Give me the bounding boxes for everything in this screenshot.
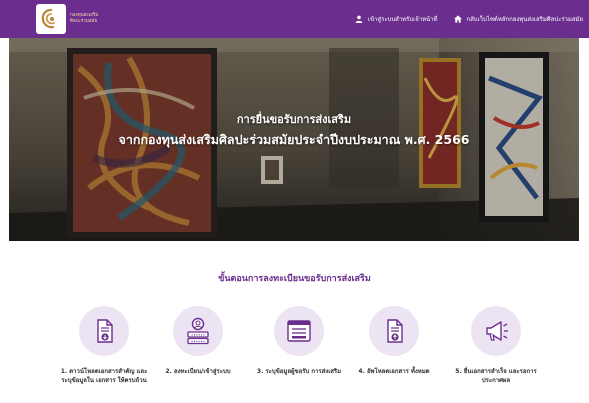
logo-line-2: ศิลปะร่วมสมัย — [70, 19, 98, 24]
megaphone-icon — [486, 321, 508, 341]
step-2-label: 2. ลงทะเบียน/เข้าสู่ระบบ — [165, 368, 231, 375]
step-4-label: 4. อัพโหลดเอกสาร ทั้งหมด — [358, 368, 430, 375]
form-icon — [287, 320, 311, 342]
site-logo[interactable]: กองทุนส่งเสริม ศิลปะร่วมสมัย — [36, 4, 98, 34]
top-navbar: กองทุนส่งเสริม ศิลปะร่วมสมัย เข้าสู่ระบบ… — [0, 0, 589, 38]
step-1-download[interactable]: 1. ดาวน์โหลดเอกสารสำคัญ และระบุข้อมูลใน … — [56, 306, 152, 385]
step-4-upload[interactable]: 4. อัพโหลดเอกสาร ทั้งหมด — [346, 306, 442, 376]
step-1-label: 1. ดาวน์โหลดเอกสารสำคัญ และระบุข้อมูลใน … — [60, 368, 148, 384]
user-icon — [355, 15, 363, 23]
hero-banner: การยื่นขอรับการส่งเสริม จากกองทุนส่งเสริ… — [9, 38, 579, 241]
step-2-register[interactable]: •••••• •••••• 2. ลงทะเบียน/เข้าสู่ระบบ — [150, 306, 246, 376]
step-3-fill-info[interactable]: 3. ระบุข้อมูลผู้ขอรับ การส่งเสริม — [251, 306, 347, 376]
staff-login-label: เข้าสู่ระบบสำหรับเจ้าหน้าที่ — [367, 16, 438, 23]
staff-login-link[interactable]: เข้าสู่ระบบสำหรับเจ้าหน้าที่ — [355, 14, 438, 24]
document-upload-icon — [387, 319, 403, 343]
main-site-link[interactable]: กลับเว็บไซต์หลักกองทุนส่งเสริมศิลปะร่วมส… — [453, 14, 584, 24]
step-5-label: 5. ยื่นเอกสารสำเร็จ และรอการประกาศผล — [455, 368, 537, 384]
svg-text:••••••: •••••• — [191, 332, 205, 337]
main-site-label: กลับเว็บไซต์หลักกองทุนส่งเสริมศิลปะร่วมส… — [466, 16, 584, 23]
home-icon — [453, 15, 462, 23]
hero-title-line-1: การยื่นขอรับการส่งเสริม — [236, 113, 352, 126]
hero-title-line-2: จากกองทุนส่งเสริมศิลปะร่วมสมัยประจำปีงบป… — [118, 132, 470, 147]
user-login-icon: •••••• •••••• — [187, 317, 209, 345]
step-3-label: 3. ระบุข้อมูลผู้ขอรับ การส่งเสริม — [256, 368, 342, 375]
logo-emblem-icon — [36, 4, 66, 34]
steps-section-title: ขั้นตอนการลงทะเบียนขอรับการส่งเสริม — [218, 274, 371, 284]
document-download-icon — [97, 319, 113, 343]
svg-text:••••••: •••••• — [191, 339, 205, 344]
step-5-announcement[interactable]: 5. ยื่นเอกสารสำเร็จ และรอการประกาศผล — [448, 306, 544, 385]
